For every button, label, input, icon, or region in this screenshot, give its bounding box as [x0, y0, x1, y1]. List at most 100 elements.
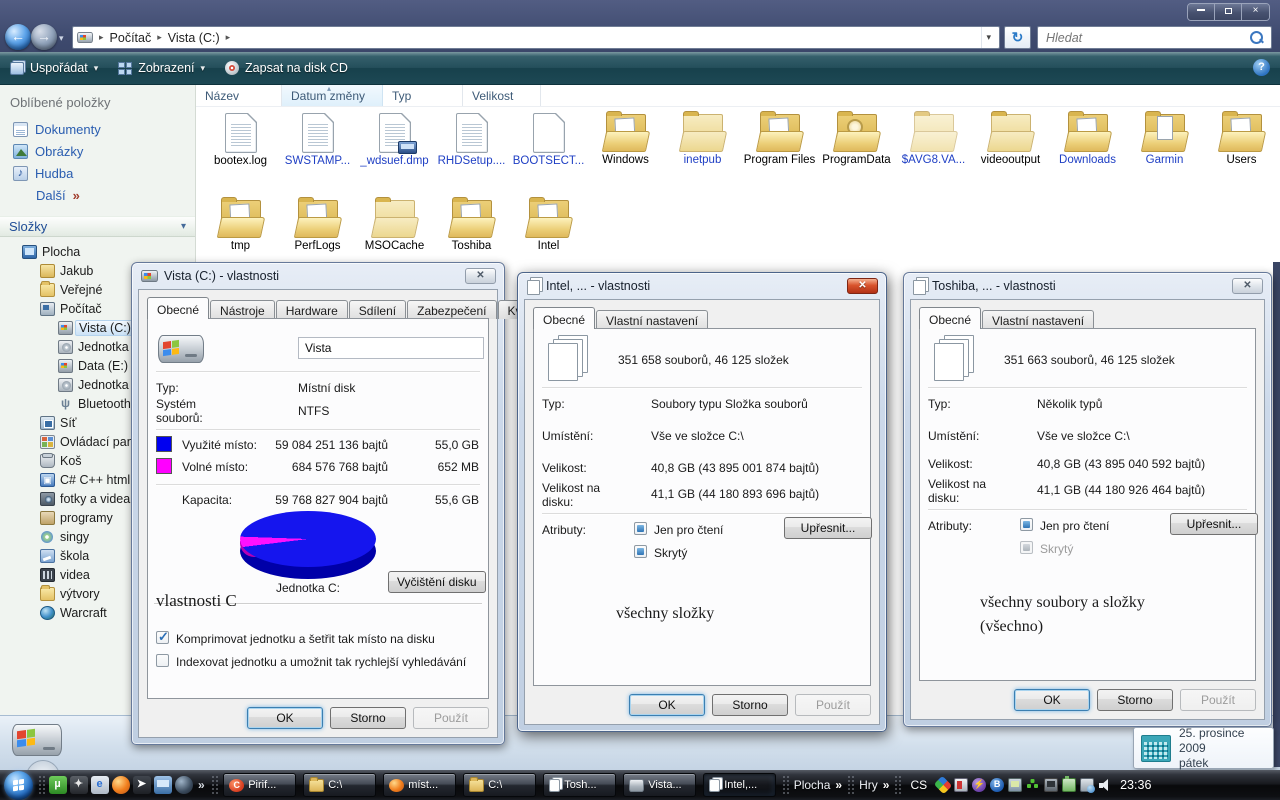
browser-sphere-icon[interactable] — [175, 776, 193, 794]
tab-general[interactable]: Obecné — [919, 307, 981, 329]
quicklaunch-overflow-chevron[interactable]: » — [198, 778, 205, 792]
folder-garmin[interactable]: Garmin — [1126, 110, 1203, 167]
folder-inetpub[interactable]: inetpub — [664, 110, 741, 167]
toolbar-grip[interactable] — [38, 775, 45, 795]
favorites-more[interactable]: Další» — [0, 184, 195, 206]
volume-label-input[interactable] — [298, 337, 484, 359]
internet-explorer-icon[interactable]: e — [91, 776, 109, 794]
dialog-close-button[interactable]: ✕ — [847, 278, 878, 294]
tab-general[interactable]: Obecné — [147, 297, 209, 319]
ok-button[interactable]: OK — [629, 694, 705, 716]
search-box[interactable] — [1037, 26, 1272, 49]
close-button[interactable]: × — [1242, 4, 1269, 20]
task-button-firefox[interactable]: míst... — [383, 773, 456, 797]
task-button-piriform[interactable]: CPirif... — [223, 773, 296, 797]
file-bootsect[interactable]: BOOTSECT... — [510, 110, 587, 168]
forward-button[interactable]: → — [31, 24, 57, 50]
disk-cleanup-button[interactable]: Vyčištění disku — [388, 571, 486, 593]
folder-programdata[interactable]: ProgramData — [818, 110, 895, 167]
ok-button[interactable]: OK — [247, 707, 323, 729]
readonly-checkbox[interactable] — [634, 522, 647, 535]
winamp-agent-tray-icon[interactable]: ⚡ — [972, 778, 986, 792]
apply-button[interactable]: Použít — [413, 707, 489, 729]
cancel-button[interactable]: Storno — [1097, 689, 1173, 711]
toolbar-grip[interactable] — [782, 775, 789, 795]
games-band[interactable]: Hry» — [859, 778, 889, 792]
file-wdsuef[interactable]: _wdsuef.dmp — [356, 110, 433, 168]
dialog-titlebar[interactable]: Intel, ... - vlastnosti — [527, 273, 842, 299]
tab-sharing[interactable]: Sdílení — [349, 300, 406, 319]
ok-button[interactable]: OK — [1014, 689, 1090, 711]
file-bootex[interactable]: bootex.log — [202, 110, 279, 168]
hidden-checkbox[interactable] — [634, 545, 647, 558]
dialog-close-button[interactable]: ✕ — [1232, 278, 1263, 294]
band-chevron-icon[interactable]: » — [835, 778, 842, 792]
volume-tray-icon[interactable] — [1098, 778, 1112, 792]
restore-button[interactable] — [1215, 4, 1242, 20]
file-swstamp[interactable]: SWSTAMP... — [279, 110, 356, 168]
column-type[interactable]: Typ — [383, 85, 463, 106]
folder-avg8[interactable]: $AVG8.VA... — [895, 110, 972, 167]
folder-tmp[interactable]: tmp — [202, 196, 279, 253]
battery-tray-icon[interactable] — [1062, 778, 1076, 792]
file-rhdsetup[interactable]: RHDSetup.... — [433, 110, 510, 168]
back-button[interactable]: ← — [5, 24, 31, 50]
favorite-documents[interactable]: Dokumenty — [0, 118, 195, 140]
messenger-icon[interactable]: ✦ — [70, 776, 88, 794]
media-player-icon[interactable]: ➤ — [133, 776, 151, 794]
breadcrumb-segment-computer[interactable]: Počítač — [110, 31, 152, 45]
folder-perflogs[interactable]: PerfLogs — [279, 196, 356, 253]
cancel-button[interactable]: Storno — [330, 707, 406, 729]
refresh-button[interactable]: ↻ — [1004, 26, 1031, 49]
readonly-checkbox[interactable] — [1020, 518, 1033, 531]
favorite-pictures[interactable]: Obrázky — [0, 140, 195, 162]
tab-general[interactable]: Obecné — [533, 307, 595, 329]
task-button-vista-props[interactable]: Vista... — [623, 773, 696, 797]
favorite-music[interactable]: ♪Hudba — [0, 162, 195, 184]
utorrent-icon[interactable]: µ — [49, 776, 67, 794]
bluetooth-tray-icon[interactable]: B — [990, 778, 1004, 792]
search-icon[interactable] — [1247, 28, 1267, 48]
hidden-checkbox[interactable] — [1020, 541, 1033, 554]
toolbar-grip[interactable] — [894, 775, 901, 795]
tab-customize[interactable]: Vlastní nastavení — [982, 310, 1094, 329]
show-desktop-icon[interactable] — [154, 776, 172, 794]
task-button-intel-props[interactable]: Intel,... — [703, 773, 776, 797]
toolbar-grip[interactable] — [847, 775, 854, 795]
folder-videooutput[interactable]: videooutput — [972, 110, 1049, 167]
cancel-button[interactable]: Storno — [712, 694, 788, 716]
apply-button[interactable]: Použít — [795, 694, 871, 716]
advanced-button[interactable]: Upřesnit... — [1170, 513, 1258, 535]
network-activity-tray-icon[interactable] — [1026, 778, 1040, 792]
apply-button[interactable]: Použít — [1180, 689, 1256, 711]
minimize-button[interactable] — [1188, 4, 1215, 20]
sync-tray-icon[interactable] — [1008, 778, 1022, 792]
language-indicator[interactable]: CS — [910, 778, 927, 792]
firefox-icon[interactable] — [112, 776, 130, 794]
column-size[interactable]: Velikost — [463, 85, 541, 106]
toolbar-grip[interactable] — [211, 775, 218, 795]
updater-tray-icon[interactable] — [954, 778, 968, 792]
address-dropdown-icon[interactable]: ▾ — [981, 27, 995, 48]
dialog-titlebar[interactable]: Toshiba, ... - vlastnosti — [913, 273, 1227, 299]
tab-security[interactable]: Zabezpečení — [407, 300, 496, 319]
advanced-button[interactable]: Upřesnit... — [784, 517, 872, 539]
folder-users[interactable]: Users — [1203, 110, 1280, 167]
help-icon[interactable]: ? — [1253, 59, 1270, 76]
tab-tools[interactable]: Nástroje — [210, 300, 275, 319]
taskbar-clock[interactable]: 23:36 — [1120, 778, 1151, 792]
breadcrumb-segment-drive[interactable]: Vista (C:) — [168, 31, 220, 45]
folder-msocache[interactable]: MSOCache — [356, 196, 433, 253]
avg-tray-icon[interactable] — [934, 776, 952, 794]
task-button-explorer-c2[interactable]: C:\ — [463, 773, 536, 797]
tree-item-desktop[interactable]: Plocha — [0, 242, 195, 261]
dialog-titlebar[interactable]: Vista (C:) - vlastnosti — [141, 263, 460, 289]
network-tray-icon[interactable] — [1080, 778, 1094, 792]
column-date-modified[interactable]: ▴Datum změny — [282, 85, 383, 106]
tab-customize[interactable]: Vlastní nastavení — [596, 310, 708, 329]
folder-toshiba[interactable]: Toshiba — [433, 196, 510, 253]
band-chevron-icon[interactable]: » — [883, 778, 890, 792]
address-bar[interactable]: ▸ Počítač ▸ Vista (C:) ▸ ▾ — [72, 26, 1000, 49]
column-name[interactable]: Název — [196, 85, 282, 106]
tab-hardware[interactable]: Hardware — [276, 300, 348, 319]
